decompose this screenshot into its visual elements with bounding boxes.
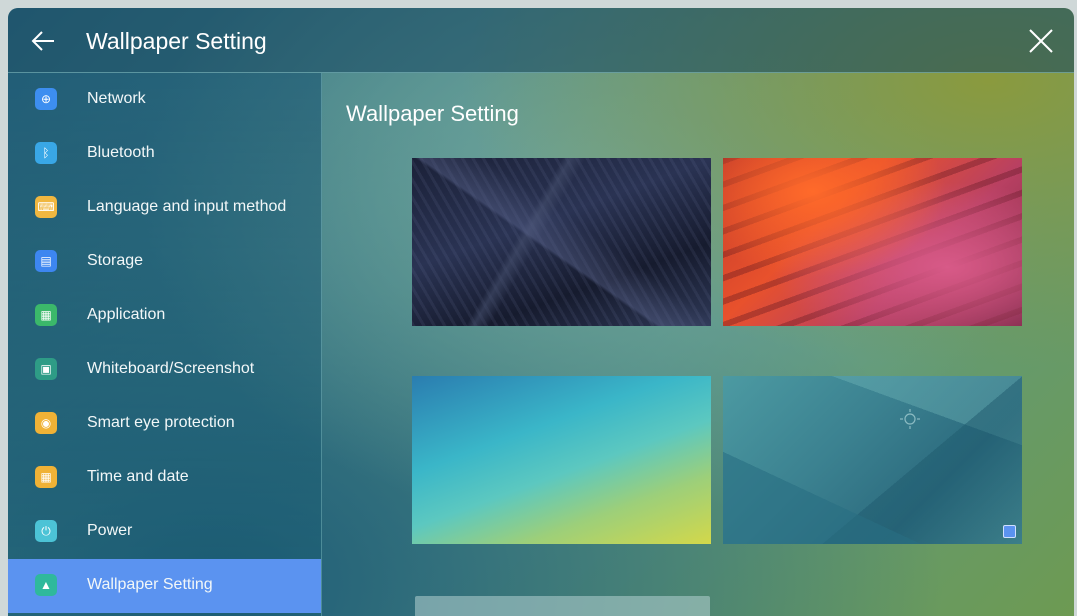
sun-watermark-icon (900, 409, 920, 429)
wallpaper-thumbnail-red-canyon[interactable] (723, 158, 1022, 326)
calendar-icon: ▦ (35, 466, 57, 488)
sidebar-item-label: Time and date (87, 468, 189, 485)
keyboard-icon: ⌨ (35, 196, 57, 218)
sidebar-item-label: Smart eye protection (87, 414, 235, 431)
apps-icon: ▦ (35, 304, 57, 326)
bluetooth-icon: ᛒ (35, 142, 57, 164)
sidebar-item-eye[interactable]: ◉ Smart eye protection (8, 397, 321, 451)
globe-icon: ⊕ (35, 88, 57, 110)
content-title: Wallpaper Setting (346, 101, 519, 126)
window-title: Wallpaper Setting (86, 28, 267, 54)
sidebar-item-globe[interactable]: ⊕ Network (8, 73, 321, 127)
selected-checkbox-icon (1003, 525, 1016, 538)
sidebar-item-wallpaper[interactable]: ▲ Wallpaper Setting (8, 559, 321, 613)
settings-window: Wallpaper Setting ⊕ Network ᛒ Bluetooth ⌨ Lan… (8, 8, 1074, 616)
screenshot-icon: ▣ (35, 358, 57, 380)
eye-icon: ◉ (35, 412, 57, 434)
sidebar-item-bluetooth[interactable]: ᛒ Bluetooth (8, 127, 321, 181)
sidebar-item-apps[interactable]: ▦ Application (8, 289, 321, 343)
wallpaper-thumbnail-blue-green-gradient[interactable] (412, 376, 711, 544)
storage-icon: ▤ (35, 250, 57, 272)
wallpaper-thumbnail-teal-polygon[interactable] (723, 376, 1022, 544)
sidebar-item-storage[interactable]: ▤ Storage (8, 235, 321, 289)
wallpaper-thumbnail-partial[interactable] (415, 596, 710, 616)
sidebar-item-label: Application (87, 306, 166, 323)
title-bar: Wallpaper Setting (8, 8, 1074, 73)
sidebar-item-label: Wallpaper Setting (87, 576, 213, 593)
close-icon[interactable] (1026, 26, 1056, 56)
sidebar-item-calendar[interactable]: ▦ Time and date (8, 451, 321, 505)
wallpaper-icon: ▲ (35, 574, 57, 596)
sidebar-item-label: Language and input method (87, 198, 287, 215)
wallpaper-thumbnail-dark-architecture[interactable] (412, 158, 711, 326)
sidebar-item-label: Whiteboard/Screenshot (87, 360, 255, 377)
sidebar: ⊕ Network ᛒ Bluetooth ⌨ Language and input me… (8, 73, 322, 616)
sidebar-item-keyboard[interactable]: ⌨ Language and input method (8, 181, 321, 235)
sidebar-item-label: Power (87, 522, 133, 539)
sidebar-item-label: Storage (87, 252, 144, 269)
sidebar-item-label: Bluetooth (87, 144, 155, 161)
sidebar-item-power[interactable]: ⏻ Power (8, 505, 321, 559)
back-arrow-icon[interactable] (28, 26, 58, 56)
power-icon: ⏻ (35, 520, 57, 542)
sidebar-item-label: Network (87, 90, 146, 107)
sidebar-item-screenshot[interactable]: ▣ Whiteboard/Screenshot (8, 343, 321, 397)
